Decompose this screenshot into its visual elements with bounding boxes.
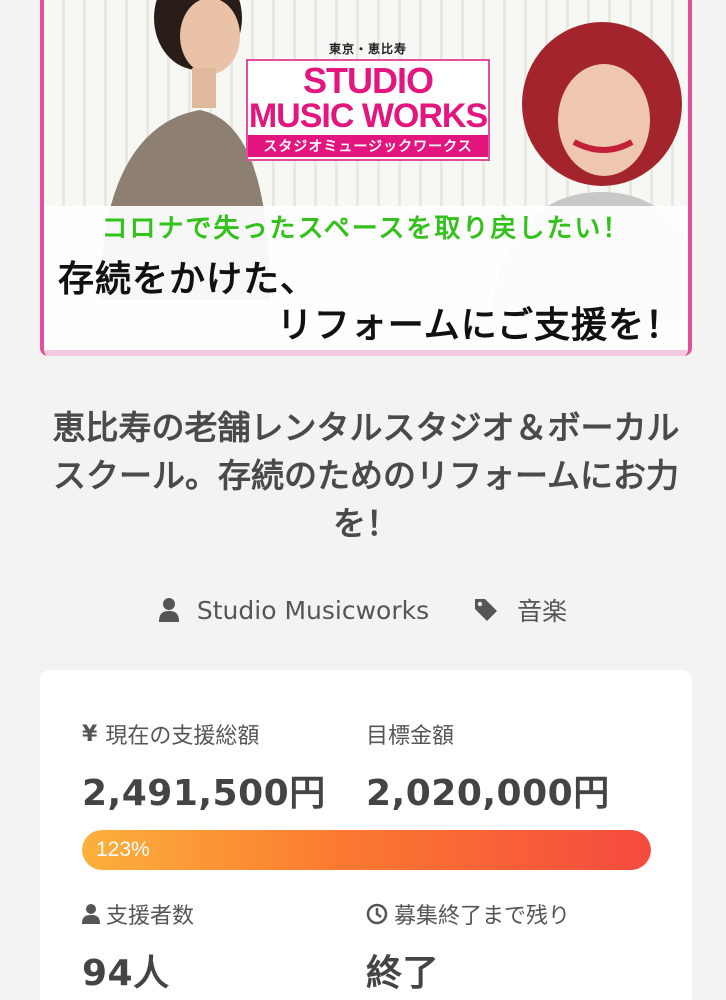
project-title: 恵比寿の老舗レンタルスタジオ＆ボーカルスクール。存続のためのリフォームにお力を！ <box>52 408 680 543</box>
clock-icon <box>366 903 388 925</box>
project-owner[interactable]: Studio Musicworks <box>158 595 430 625</box>
user-icon <box>82 904 100 924</box>
funding-progress-bar: 123% <box>82 830 651 870</box>
logo-line-studio: STUDIO <box>302 60 434 101</box>
logo-line-musicworks: MUSIC WORKS <box>248 97 488 135</box>
backers-label-text: 支援者数 <box>106 904 195 929</box>
yen-icon: ¥ <box>82 721 98 747</box>
logo-location: 東京・恵比寿 <box>328 42 407 56</box>
category-name: 音楽 <box>517 597 568 626</box>
hero-tagline: コロナで失ったスペースを取り戻したい！ <box>101 214 631 244</box>
backers-value: 94人 <box>82 953 170 994</box>
current-amount-value: 2,491,500円 <box>82 773 326 814</box>
hero-banner: 東京・恵比寿 STUDIO MUSIC WORKS スタジオミュージックワークス… <box>40 0 692 356</box>
progress-fill <box>82 830 651 870</box>
owner-name: Studio Musicworks <box>196 595 430 625</box>
goal-amount-label-text: 目標金額 <box>366 724 455 749</box>
goal-amount-label: 目標金額 <box>366 718 454 750</box>
remaining-label: 募集終了まで残り <box>366 898 570 930</box>
progress-percent: 123% <box>96 838 150 861</box>
hero-headline-1: 存続をかけた、 <box>58 259 318 300</box>
current-amount-label-text: 現在の支援総額 <box>105 724 260 749</box>
backers-label: 支援者数 <box>82 898 194 930</box>
funding-stats-card: ¥ 現在の支援総額 2,491,500円 目標金額 2,020,000円 123… <box>40 670 692 1000</box>
goal-amount-value: 2,020,000円 <box>366 773 610 814</box>
remaining-value: 終了 <box>366 953 440 994</box>
logo-frame: STUDIO MUSIC WORKS スタジオミュージックワークス <box>246 59 490 161</box>
remaining-label-text: 募集終了まで残り <box>394 904 571 929</box>
current-amount-label: ¥ 現在の支援総額 <box>82 718 259 750</box>
project-category[interactable]: 音楽 <box>473 592 567 628</box>
studio-logo: 東京・恵比寿 STUDIO MUSIC WORKS スタジオミュージックワークス <box>240 40 496 166</box>
logo-kana: スタジオミュージックワークス <box>248 135 488 157</box>
hero-bottom-strip <box>44 350 688 356</box>
project-meta: Studio Musicworks 音楽 <box>0 590 726 630</box>
tag-icon <box>475 599 498 621</box>
user-icon <box>158 598 179 622</box>
hero-headline-2: リフォームにご支援を！ <box>276 305 682 346</box>
